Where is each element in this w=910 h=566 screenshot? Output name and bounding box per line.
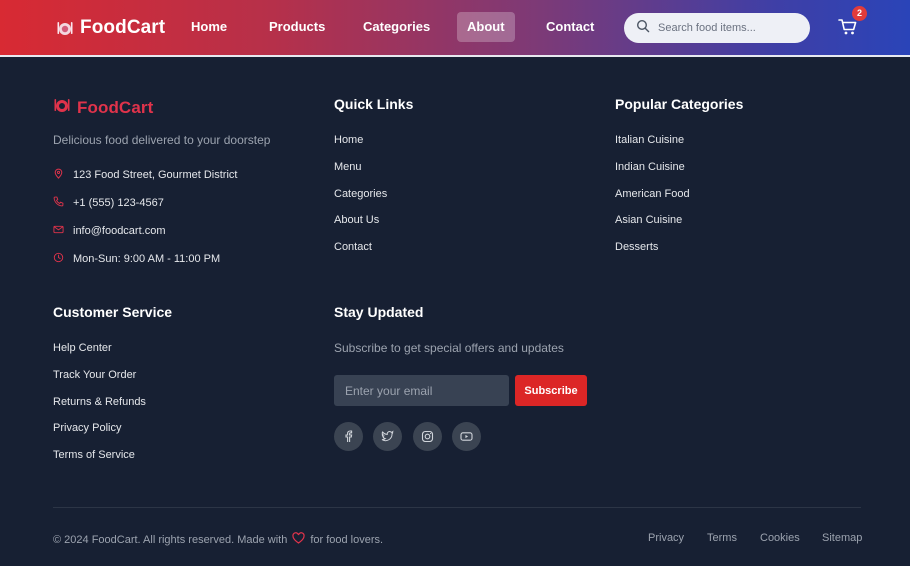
contact-address: 123 Food Street, Gourmet District: [53, 168, 237, 182]
category-link-american[interactable]: American Food: [615, 188, 690, 200]
category-link-italian[interactable]: Italian Cuisine: [615, 134, 684, 146]
footer-divider: [53, 507, 861, 508]
quick-link-home[interactable]: Home: [334, 134, 363, 146]
service-link-track-order[interactable]: Track Your Order: [53, 369, 136, 381]
cart-icon[interactable]: [838, 18, 858, 36]
nav-categories[interactable]: Categories: [363, 12, 430, 42]
category-link-asian[interactable]: Asian Cuisine: [615, 214, 682, 226]
contact-hours: Mon-Sun: 9:00 AM - 11:00 PM: [53, 252, 220, 266]
service-link-terms[interactable]: Terms of Service: [53, 449, 135, 461]
contact-address-text: 123 Food Street, Gourmet District: [73, 169, 238, 181]
copyright-prefix: © 2024 FoodCart. All rights reserved. Ma…: [53, 533, 288, 546]
map-pin-icon: [53, 168, 64, 182]
copyright-suffix: for food lovers.: [310, 533, 384, 546]
contact-phone-text: +1 (555) 123-4567: [73, 197, 164, 209]
popular-categories-heading: Popular Categories: [615, 96, 744, 112]
contact-email: info@foodcart.com: [53, 224, 166, 238]
service-link-returns[interactable]: Returns & Refunds: [53, 396, 146, 408]
facebook-icon[interactable]: [334, 422, 363, 451]
quick-links-heading: Quick Links: [334, 96, 414, 112]
newsletter-email-input[interactable]: [334, 375, 509, 406]
heart-icon: [292, 532, 305, 547]
nav-about[interactable]: About: [457, 12, 515, 42]
quick-link-about-us[interactable]: About Us: [334, 214, 379, 226]
brand-logo[interactable]: FoodCart: [56, 17, 165, 39]
newsletter-description: Subscribe to get special offers and upda…: [334, 341, 564, 355]
contact-hours-text: Mon-Sun: 9:00 AM - 11:00 PM: [73, 253, 221, 265]
top-navbar: FoodCart Home Products Categories About …: [0, 0, 910, 57]
nav-products[interactable]: Products: [269, 12, 325, 42]
copyright-text: © 2024 FoodCart. All rights reserved. Ma…: [53, 532, 383, 547]
bottom-link-terms[interactable]: Terms: [707, 532, 737, 544]
footer-brand-name: FoodCart: [77, 97, 154, 117]
utensils-plate-icon: [56, 19, 74, 37]
contact-phone: +1 (555) 123-4567: [53, 196, 164, 210]
brand-name: FoodCart: [80, 17, 166, 38]
twitter-icon[interactable]: [373, 422, 402, 451]
subscribe-button[interactable]: Subscribe: [515, 375, 587, 406]
clock-icon: [53, 252, 64, 266]
bottom-link-privacy[interactable]: Privacy: [648, 532, 684, 544]
mail-icon: [53, 224, 64, 238]
quick-link-categories[interactable]: Categories: [334, 188, 387, 200]
instagram-icon[interactable]: [413, 422, 442, 451]
bottom-link-cookies[interactable]: Cookies: [760, 532, 800, 544]
youtube-icon[interactable]: [452, 422, 481, 451]
service-link-privacy-policy[interactable]: Privacy Policy: [53, 422, 121, 434]
bottom-link-sitemap[interactable]: Sitemap: [822, 532, 862, 544]
customer-service-heading: Customer Service: [53, 304, 173, 320]
phone-icon: [53, 196, 64, 210]
nav-home[interactable]: Home: [191, 12, 227, 42]
utensils-plate-icon: [53, 96, 71, 119]
newsletter-heading: Stay Updated: [334, 304, 424, 320]
contact-email-text: info@foodcart.com: [73, 225, 166, 237]
nav-contact[interactable]: Contact: [546, 12, 594, 42]
service-link-help-center[interactable]: Help Center: [53, 342, 112, 354]
search-icon: [636, 19, 650, 38]
footer-brand[interactable]: FoodCart: [53, 96, 153, 119]
category-link-desserts[interactable]: Desserts: [615, 241, 658, 253]
search-input[interactable]: [658, 22, 798, 34]
footer-tagline: Delicious food delivered to your doorste…: [53, 133, 271, 147]
search-bar: [624, 13, 810, 43]
quick-link-contact[interactable]: Contact: [334, 241, 372, 253]
quick-link-menu[interactable]: Menu: [334, 161, 362, 173]
cart-count-badge: 2: [852, 6, 867, 21]
category-link-indian[interactable]: Indian Cuisine: [615, 161, 685, 173]
